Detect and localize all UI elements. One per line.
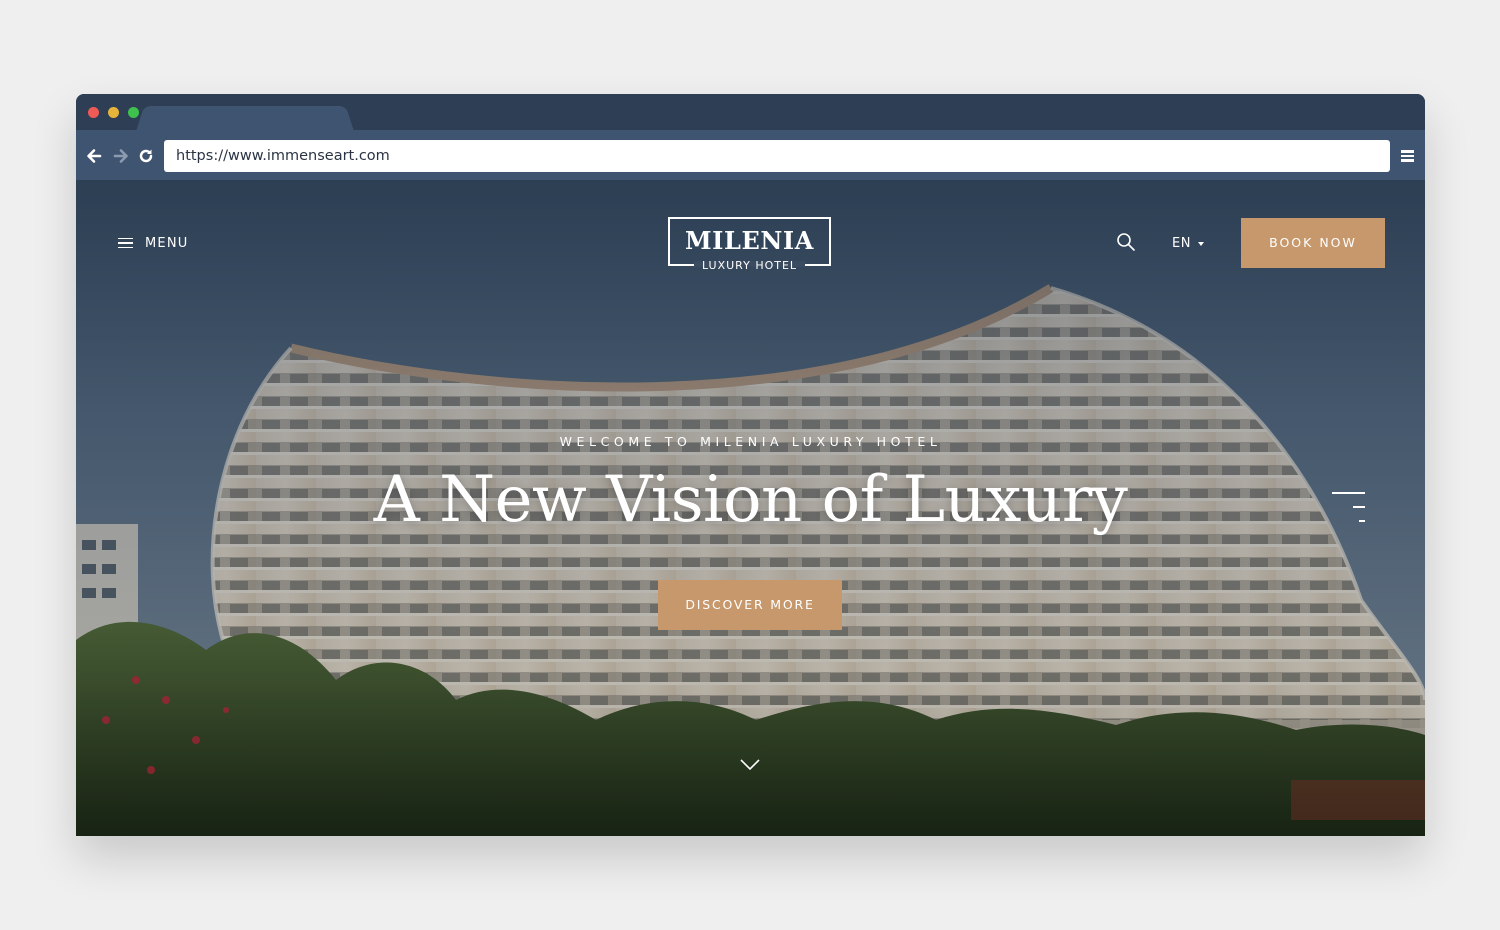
discover-more-button[interactable]: DISCOVER MORE xyxy=(658,580,842,630)
forward-arrow-icon[interactable] xyxy=(112,147,130,165)
hamburger-menu-icon[interactable] xyxy=(1401,150,1414,162)
chevron-down-icon xyxy=(1197,241,1204,246)
hero-headline: A New Vision of Luxury xyxy=(373,463,1128,537)
browser-tab[interactable] xyxy=(148,106,342,132)
slider-navigation-icon[interactable] xyxy=(1332,492,1365,526)
maximize-window-dot[interactable] xyxy=(128,107,139,118)
reload-icon[interactable] xyxy=(137,147,155,165)
book-now-button[interactable]: BOOK NOW xyxy=(1241,218,1385,268)
logo-name: MILENIA xyxy=(685,226,814,255)
minimize-window-dot[interactable] xyxy=(108,107,119,118)
browser-toolbar: https://www.immenseart.com xyxy=(76,130,1425,180)
hamburger-icon xyxy=(118,237,133,249)
scroll-down-chevron-icon[interactable] xyxy=(740,758,760,772)
search-icon[interactable] xyxy=(1116,232,1136,252)
close-window-dot[interactable] xyxy=(88,107,99,118)
language-selector[interactable]: EN xyxy=(1172,236,1204,251)
hero-welcome-text: WELCOME TO MILENIA LUXURY HOTEL xyxy=(559,434,942,449)
hero-section: MENU MILENIA LUXURY HOTEL EN BOOK NOW WE… xyxy=(76,180,1425,836)
browser-titlebar xyxy=(76,94,1425,132)
back-arrow-icon[interactable] xyxy=(85,147,103,165)
site-logo[interactable]: MILENIA LUXURY HOTEL xyxy=(668,217,831,272)
browser-window: https://www.immenseart.com MENU MILENIA … xyxy=(76,94,1425,836)
site-menu-toggle[interactable]: MENU xyxy=(118,235,189,251)
logo-tagline: LUXURY HOTEL xyxy=(701,259,798,272)
address-bar[interactable]: https://www.immenseart.com xyxy=(164,140,1390,172)
menu-label: MENU xyxy=(145,235,189,251)
language-label: EN xyxy=(1172,236,1191,251)
